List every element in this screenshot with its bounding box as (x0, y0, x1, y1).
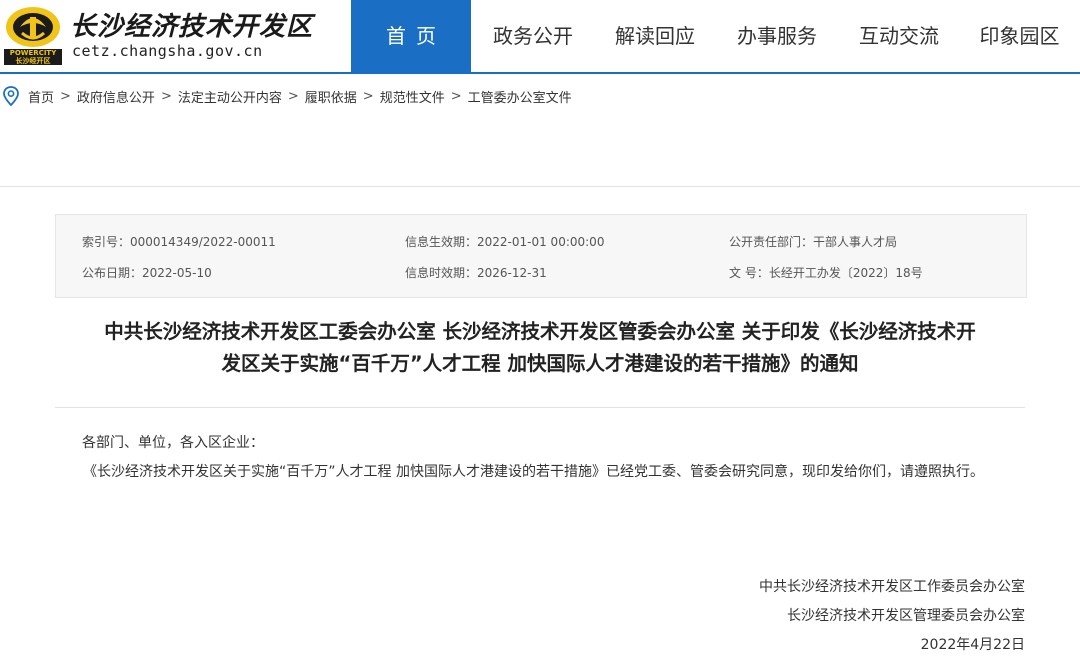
meta-effective-date: 信息生效期：2022-01-01 00:00:00 (405, 235, 605, 249)
nav-item-home[interactable]: 首页 (351, 0, 471, 72)
breadcrumb-separator: > (287, 88, 299, 104)
document-meta-box (55, 214, 1027, 298)
breadcrumb-separator: > (450, 88, 462, 104)
breadcrumb-item-home[interactable]: 首页 (28, 87, 54, 106)
breadcrumb-separator: > (362, 88, 374, 104)
document-title-line: 发区关于实施“百千万”人才工程 加快国际人才港建设的若干措施》的通知 (221, 352, 859, 375)
breadcrumb-item-normative[interactable]: 规范性文件 (380, 87, 445, 106)
nav-item-interpretation[interactable]: 解读回应 (595, 0, 715, 72)
site-domain: cetz.changsha.gov.cn (72, 42, 263, 60)
document-title-line: 中共长沙经济技术开发区工委会办公室 长沙经济技术开发区管委会办公室 关于印发《长… (104, 320, 976, 343)
site-logo[interactable]: POWERCITY 长沙经开区 (4, 5, 62, 65)
document-paragraph: 《长沙经济技术开发区关于实施“百千万”人才工程 加快国际人才港建设的若干措施》已… (83, 464, 984, 480)
signer-admin-office: 长沙经济技术开发区管理委员会办公室 (787, 608, 1025, 624)
title-divider (55, 407, 1025, 408)
site-header: POWERCITY 长沙经开区 长沙经济技术开发区 cetz.changsha.… (0, 0, 1080, 74)
signer-party-office: 中共长沙经济技术开发区工作委员会办公室 (759, 579, 1025, 595)
main-nav: 首页 政务公开 解读回应 办事服务 互动交流 印象园区 (351, 0, 1080, 72)
meta-department: 公开责任部门：干部人事人才局 (729, 235, 898, 249)
breadcrumb-separator: > (60, 88, 71, 104)
breadcrumb-item-office-docs[interactable]: 工管委办公室文件 (468, 87, 572, 106)
meta-publish-date: 公布日期：2022-05-10 (82, 266, 212, 280)
document-salutation: 各部门、单位，各入区企业： (82, 435, 264, 451)
meta-doc-no: 文 号：长经开工办发〔2022〕18号 (729, 266, 923, 280)
breadcrumb-separator: > (160, 88, 172, 104)
location-pin-icon (3, 86, 19, 106)
meta-expiry-date: 信息时效期：2026-12-31 (405, 266, 547, 280)
breadcrumb-item-gov-info[interactable]: 政府信息公开 (77, 87, 155, 106)
logo-emblem-icon (6, 7, 60, 47)
site-title[interactable]: 长沙经济技术开发区 (70, 6, 313, 43)
breadcrumb-item-duties[interactable]: 履职依据 (305, 87, 357, 106)
nav-item-government-affairs[interactable]: 政务公开 (471, 0, 595, 72)
nav-item-services[interactable]: 办事服务 (715, 0, 839, 72)
logo-brand-text: POWERCITY 长沙经开区 (4, 49, 62, 65)
breadcrumb: 首页 > 政府信息公开 > 法定主动公开内容 > 履职依据 > 规范性文件 > … (0, 86, 572, 106)
nav-item-interaction[interactable]: 互动交流 (839, 0, 959, 72)
document-title: 中共长沙经济技术开发区工委会办公室 长沙经济技术开发区管委会办公室 关于印发《长… (55, 316, 1025, 380)
document-date: 2022年4月22日 (920, 637, 1025, 653)
nav-item-park-impression[interactable]: 印象园区 (959, 0, 1080, 72)
meta-index-no: 索引号：000014349/2022-00011 (82, 235, 276, 249)
breadcrumb-item-statutory[interactable]: 法定主动公开内容 (178, 87, 282, 106)
